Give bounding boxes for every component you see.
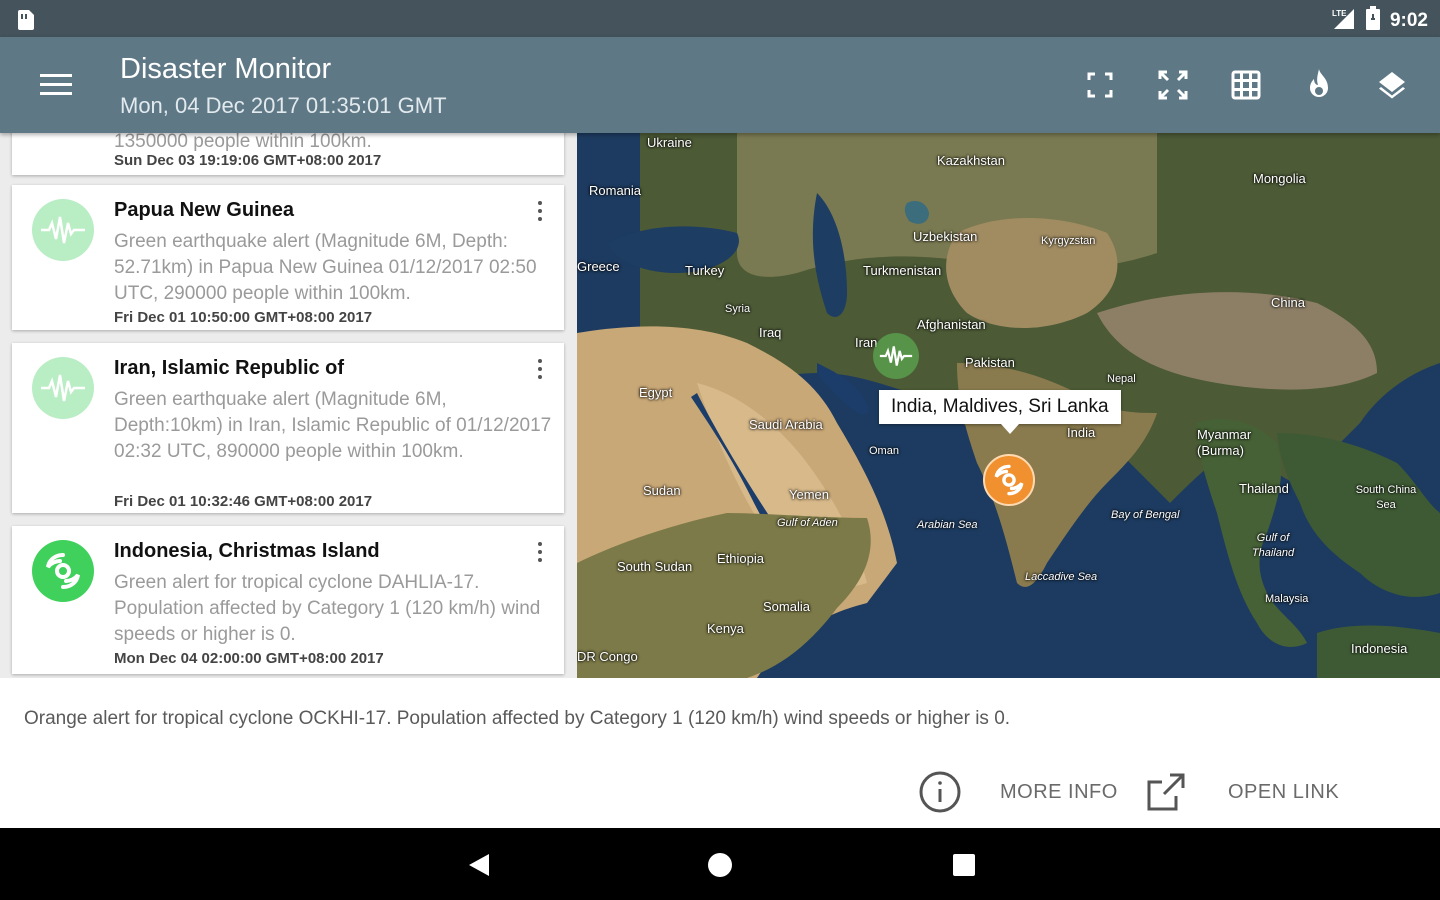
alert-description: Green earthquake alert (Magnitude 6M, De…: [114, 231, 537, 304]
more-options-button[interactable]: [532, 540, 548, 564]
open-link-label: OPEN LINK: [1228, 780, 1340, 803]
map-label: Turkmenistan: [863, 263, 942, 278]
alert-description: Green earthquake alert (Magnitude 6M, De…: [114, 389, 552, 462]
map-label: Laccadive Sea: [1025, 571, 1098, 583]
map-label: Greece: [577, 259, 620, 274]
map-label: Saudi Arabia: [749, 417, 823, 432]
grid-icon: [1231, 70, 1261, 100]
map-label: China: [1271, 295, 1305, 310]
map-label: India: [1067, 425, 1096, 440]
more-info-label: MORE INFO: [1000, 780, 1118, 803]
map-label: Oman: [869, 445, 899, 457]
recents-button[interactable]: [949, 850, 979, 880]
map-label: Mongolia: [1253, 171, 1306, 186]
navigation-bar: [0, 828, 1440, 900]
clipboard-notification-icon: [16, 8, 36, 35]
menu-button[interactable]: [36, 67, 76, 103]
map-label: Myanmar (Burma): [1197, 427, 1252, 458]
map-label: Gulf of Aden: [777, 517, 838, 529]
map-label: Uzbekistan: [913, 229, 978, 244]
map-label: Kyrgyzstan: [1041, 235, 1096, 247]
app-subtitle: Mon, 04 Dec 2017 01:35:01 GMT: [120, 93, 447, 118]
more-options-button[interactable]: [532, 357, 548, 381]
earthquake-icon: [879, 346, 913, 366]
battery-icon: [1365, 6, 1380, 36]
map-label: Arabian Sea: [917, 519, 978, 531]
alert-title: Iran, Islamic Republic of: [114, 357, 345, 379]
map-label: Syria: [725, 303, 751, 315]
more-info-button[interactable]: MORE INFO: [918, 770, 1118, 814]
map-label: Turkey: [685, 263, 725, 278]
map-label: South Sudan: [617, 559, 693, 574]
map-label: Nepal: [1107, 373, 1136, 385]
map-view[interactable]: Ukraine Kazakhstan Mongolia Romania Uzbe…: [577, 133, 1440, 678]
map-label: Indonesia: [1351, 641, 1408, 656]
alert-description: Green alert for tropical cyclone DAHLIA-…: [114, 572, 541, 645]
alert-card[interactable]: Papua New Guinea Green earthquake alert …: [12, 185, 564, 330]
grid-button[interactable]: [1226, 65, 1266, 105]
layers-icon: [1379, 72, 1405, 99]
map-label: Afghanistan: [917, 317, 986, 332]
menu-icon: [40, 74, 72, 95]
svg-text:LTE: LTE: [1332, 9, 1347, 18]
map-label: Romania: [589, 183, 642, 198]
open-link-button[interactable]: OPEN LINK: [1146, 772, 1339, 812]
clock: 9:02: [1389, 10, 1428, 31]
map-label: Gulf of Thailand: [1251, 532, 1295, 559]
earthquake-icon: [32, 199, 94, 261]
fullscreen-icon: [1158, 70, 1188, 100]
map-label: Iraq: [759, 325, 782, 340]
alert-detail-description: Orange alert for tropical cyclone OCKHI-…: [24, 708, 1011, 729]
alert-title: Indonesia, Christmas Island: [114, 540, 380, 562]
home-button[interactable]: [705, 850, 735, 880]
map-label: Pakistan: [965, 355, 1015, 370]
map-label: Sudan: [643, 483, 681, 498]
cyclone-icon: [994, 464, 1024, 496]
fire-button[interactable]: [1299, 65, 1339, 105]
recents-icon: [953, 854, 975, 876]
map-label: Ukraine: [647, 135, 692, 150]
cyclone-marker[interactable]: [983, 454, 1035, 506]
alert-card[interactable]: Iran, Islamic Republic of Green earthqua…: [12, 343, 564, 513]
fire-icon: [1310, 69, 1328, 97]
map-label: Bay of Bengal: [1111, 509, 1180, 521]
cyclone-icon: [32, 540, 94, 602]
fullscreen-button[interactable]: [1153, 65, 1193, 105]
home-icon: [708, 853, 732, 877]
alert-date: Fri Dec 01 10:50:00 GMT+08:00 2017: [114, 309, 373, 326]
app-title: Disaster Monitor: [120, 53, 332, 85]
earthquake-marker[interactable]: [873, 333, 919, 379]
info-icon: [919, 771, 961, 813]
alert-list[interactable]: 1350000 people within 100km. Sun Dec 03 …: [0, 133, 577, 678]
alert-date: Sun Dec 03 19:19:06 GMT+08:00 2017: [114, 152, 382, 169]
map-label: Somalia: [763, 599, 810, 614]
layers-button[interactable]: [1372, 65, 1412, 105]
map-label: Kenya: [707, 621, 744, 636]
earthquake-icon: [32, 357, 94, 419]
map-label: South China Sea: [1355, 484, 1417, 511]
map-label: Ethiopia: [717, 551, 764, 566]
crop-free-icon: [1087, 72, 1113, 98]
map-label: Malaysia: [1265, 593, 1309, 605]
map-label: Yemen: [789, 487, 829, 502]
status-bar: LTE 9:02: [0, 0, 1440, 37]
alert-date: Mon Dec 04 02:00:00 GMT+08:00 2017: [114, 650, 384, 667]
signal-icon: LTE: [1330, 7, 1356, 35]
more-options-button[interactable]: [532, 199, 548, 223]
app-bar: Disaster Monitor Mon, 04 Dec 2017 01:35:…: [0, 37, 1440, 133]
map-label: Thailand: [1239, 481, 1289, 496]
back-button[interactable]: [464, 850, 494, 880]
alert-date: Fri Dec 01 10:32:46 GMT+08:00 2017: [114, 493, 373, 510]
map-label: DR Congo: [577, 649, 638, 664]
map-label: Kazakhstan: [937, 153, 1005, 168]
open-in-new-icon: [1147, 773, 1185, 811]
alert-card[interactable]: 1350000 people within 100km. Sun Dec 03 …: [12, 133, 564, 175]
map-label: Egypt: [639, 385, 673, 400]
alert-title: Papua New Guinea: [114, 199, 295, 221]
back-icon: [469, 854, 489, 876]
marker-info-window[interactable]: India, Maldives, Sri Lanka: [879, 390, 1121, 434]
crop-free-button[interactable]: [1080, 65, 1120, 105]
alert-card[interactable]: Indonesia, Christmas Island Green alert …: [12, 526, 564, 674]
